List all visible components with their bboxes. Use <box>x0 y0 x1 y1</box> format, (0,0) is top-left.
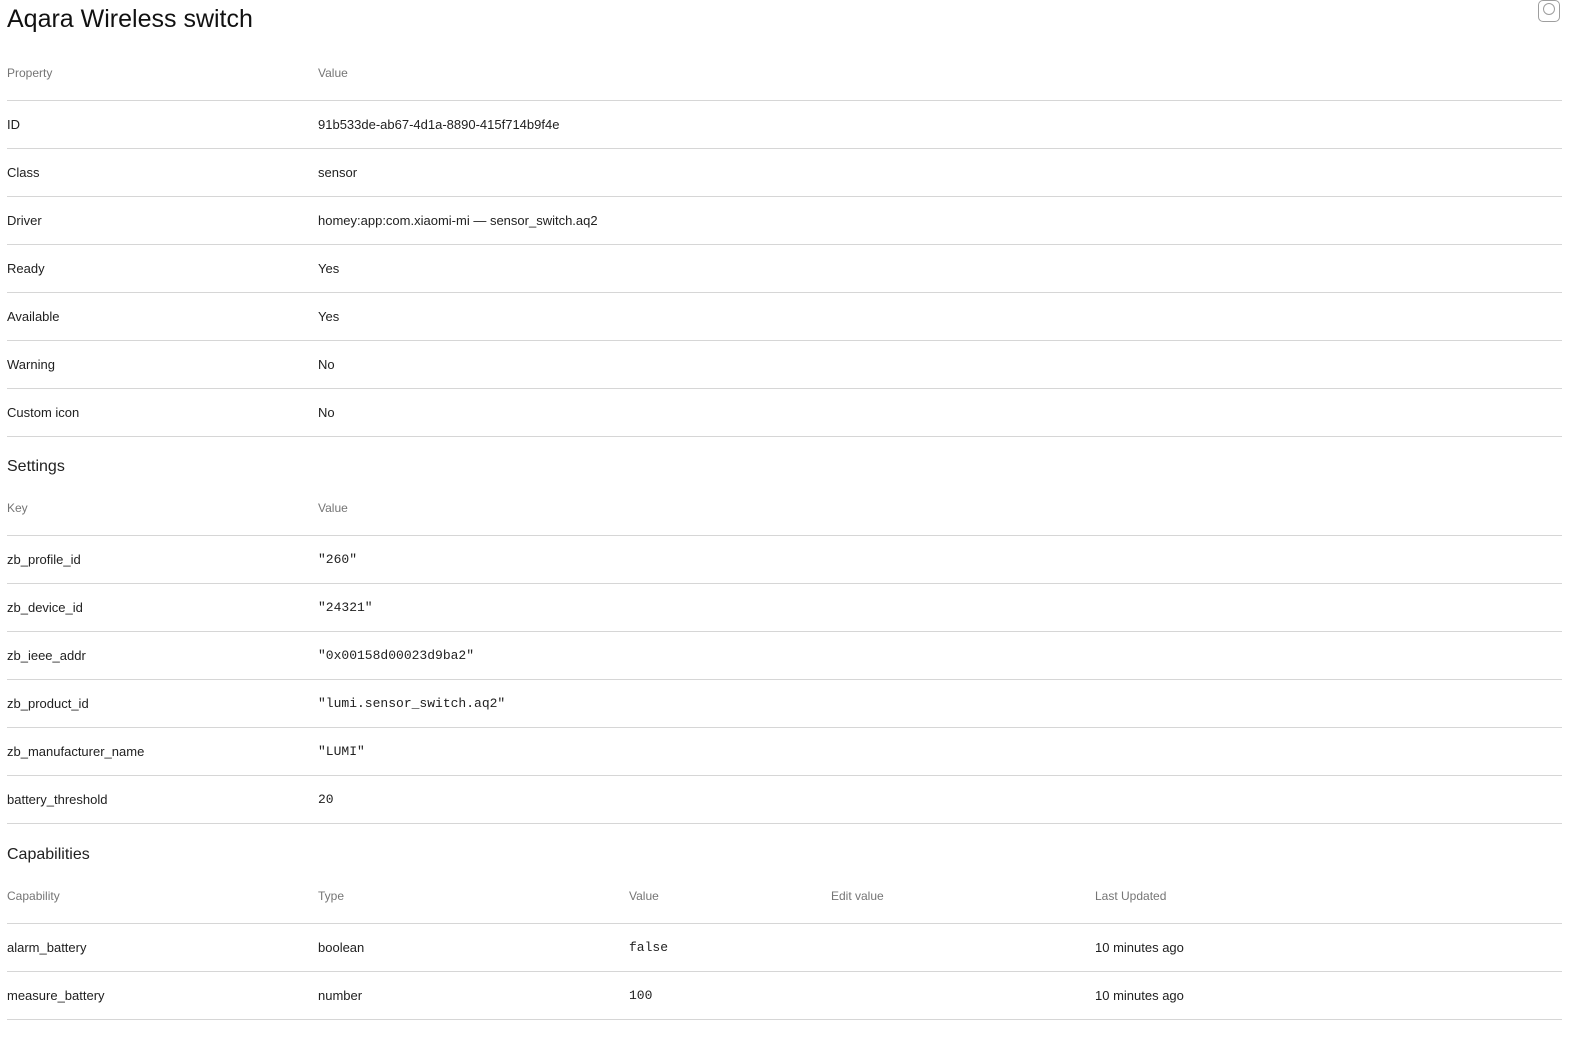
setting-key: zb_manufacturer_name <box>7 727 318 776</box>
table-row: Available Yes <box>7 292 1562 341</box>
capability-name: alarm_battery <box>7 923 318 972</box>
property-name: Warning <box>7 340 318 389</box>
property-value: No <box>318 340 1562 389</box>
table-row: measure_battery number 100 10 minutes ag… <box>7 971 1562 1020</box>
capability-last-updated: 10 minutes ago <box>1095 923 1562 972</box>
column-header-capability: Capability <box>7 869 318 924</box>
table-row: Warning No <box>7 340 1562 389</box>
property-value: sensor <box>318 148 1562 197</box>
setting-value: "24321" <box>318 583 1562 632</box>
settings-table: Key Value zb_profile_id "260" zb_device_… <box>7 481 1562 824</box>
capability-type: number <box>318 971 629 1020</box>
property-value: Yes <box>318 244 1562 293</box>
capabilities-heading: Capabilities <box>7 846 90 863</box>
property-value: homey:app:com.xiaomi-mi — sensor_switch.… <box>318 196 1562 245</box>
table-row: zb_profile_id "260" <box>7 535 1562 584</box>
settings-heading: Settings <box>7 458 65 475</box>
setting-value: "260" <box>318 535 1562 584</box>
setting-key: zb_ieee_addr <box>7 631 318 680</box>
table-row: zb_product_id "lumi.sensor_switch.aq2" <box>7 679 1562 728</box>
property-name: Available <box>7 292 318 341</box>
properties-table: Property Value ID 91b533de-ab67-4d1a-889… <box>7 46 1562 437</box>
column-header-key: Key <box>7 481 318 536</box>
column-header-value: Value <box>318 481 1562 536</box>
capability-edit-value[interactable] <box>831 971 1095 1020</box>
capabilities-table: Capability Type Value Edit value Last Up… <box>7 869 1562 1020</box>
property-name: ID <box>7 100 318 149</box>
column-header-value: Value <box>629 869 831 924</box>
table-row: ID 91b533de-ab67-4d1a-8890-415f714b9f4e <box>7 100 1562 149</box>
property-name: Ready <box>7 244 318 293</box>
table-row: Ready Yes <box>7 244 1562 293</box>
setting-key: zb_product_id <box>7 679 318 728</box>
setting-key: zb_profile_id <box>7 535 318 584</box>
capability-name: measure_battery <box>7 971 318 1020</box>
setting-value: "LUMI" <box>318 727 1562 776</box>
capability-last-updated: 10 minutes ago <box>1095 971 1562 1020</box>
capability-value: false <box>629 923 831 972</box>
setting-value: "0x00158d00023d9ba2" <box>318 631 1562 680</box>
property-value: 91b533de-ab67-4d1a-8890-415f714b9f4e <box>318 100 1562 149</box>
setting-key: zb_device_id <box>7 583 318 632</box>
column-header-last-updated: Last Updated <box>1095 869 1562 924</box>
table-row: Class sensor <box>7 148 1562 197</box>
property-name: Driver <box>7 196 318 245</box>
capabilities-header-row: Capability Type Value Edit value Last Up… <box>7 869 1562 924</box>
property-name: Custom icon <box>7 388 318 437</box>
circle-button[interactable] <box>1538 0 1560 22</box>
capability-value: 100 <box>629 971 831 1020</box>
table-row: alarm_battery boolean false 10 minutes a… <box>7 923 1562 972</box>
circle-icon <box>1543 3 1555 15</box>
device-title: Aqara Wireless switch <box>7 5 253 33</box>
setting-value: "lumi.sensor_switch.aq2" <box>318 679 1562 728</box>
table-row: Driver homey:app:com.xiaomi-mi — sensor_… <box>7 196 1562 245</box>
settings-header-row: Key Value <box>7 481 1562 536</box>
column-header-value: Value <box>318 46 1562 101</box>
table-row: Custom icon No <box>7 388 1562 437</box>
column-header-edit-value: Edit value <box>831 869 1095 924</box>
property-value: Yes <box>318 292 1562 341</box>
setting-value: 20 <box>318 775 1562 824</box>
table-row: zb_ieee_addr "0x00158d00023d9ba2" <box>7 631 1562 680</box>
table-row: zb_manufacturer_name "LUMI" <box>7 727 1562 776</box>
capability-edit-value[interactable] <box>831 923 1095 972</box>
property-value: No <box>318 388 1562 437</box>
table-row: battery_threshold 20 <box>7 775 1562 824</box>
column-header-property: Property <box>7 46 318 101</box>
capability-type: boolean <box>318 923 629 972</box>
column-header-type: Type <box>318 869 629 924</box>
table-row: zb_device_id "24321" <box>7 583 1562 632</box>
properties-header-row: Property Value <box>7 46 1562 101</box>
property-name: Class <box>7 148 318 197</box>
setting-key: battery_threshold <box>7 775 318 824</box>
